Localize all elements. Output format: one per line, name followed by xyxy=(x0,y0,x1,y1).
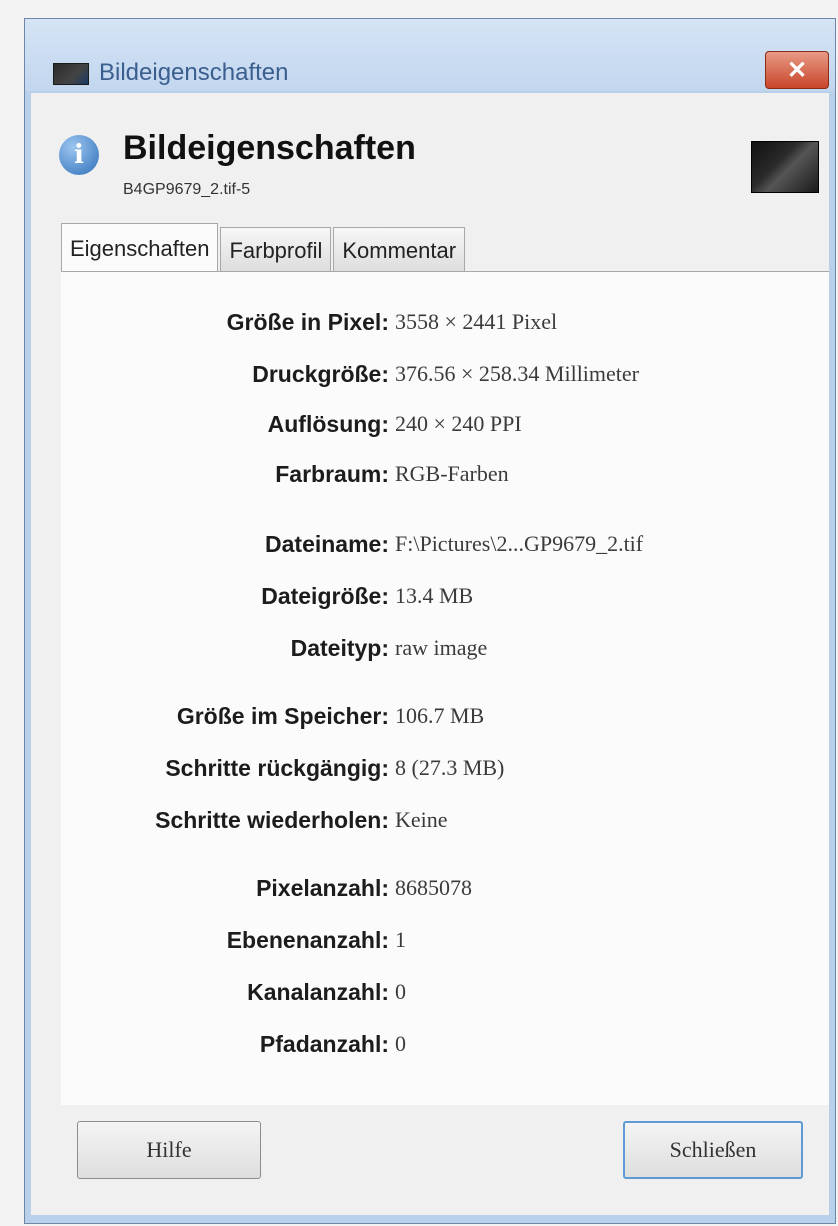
property-label: Schritte rückgängig: xyxy=(165,754,389,781)
property-value: 240 × 240 PPI xyxy=(395,411,522,436)
property-row: Pfadanzahl: 0 xyxy=(61,1024,829,1064)
properties-dialog: Bildeigenschaften ✕ i Bildeigenschaften … xyxy=(24,18,836,1224)
property-row: Schritte rückgängig: 8 (27.3 MB) xyxy=(61,748,829,788)
property-label: Größe im Speicher: xyxy=(176,702,389,729)
tab-bar: Eigenschaften Farbprofil Kommentar xyxy=(61,223,467,273)
property-row: Farbraum: RGB-Farben xyxy=(61,454,829,494)
property-value: 13.4 MB xyxy=(395,583,474,608)
image-thumbnail xyxy=(751,141,819,193)
property-value: 3558 × 2441 Pixel xyxy=(395,309,558,334)
property-value: 8685078 xyxy=(395,875,472,900)
tab-kommentar[interactable]: Kommentar xyxy=(333,227,466,273)
property-label: Kanalanzahl: xyxy=(247,978,389,1005)
property-row: Ebenenanzahl: 1 xyxy=(61,920,829,960)
properties-panel: Größe in Pixel: 3558 × 2441 Pixel Druckg… xyxy=(61,271,829,1105)
property-label: Dateityp: xyxy=(290,634,389,661)
window-title: Bildeigenschaften xyxy=(99,59,289,86)
property-label: Ebenenanzahl: xyxy=(226,926,389,953)
tab-eigenschaften[interactable]: Eigenschaften xyxy=(61,223,219,273)
property-row: Dateiname: F:\Pictures\2...GP9679_2.tif xyxy=(61,524,829,564)
dialog-body: i Bildeigenschaften B4GP9679_2.tif-5 Eig… xyxy=(31,93,829,1215)
property-label: Pixelanzahl: xyxy=(256,874,389,901)
window-close-button[interactable]: ✕ xyxy=(765,51,829,89)
title-bar[interactable]: Bildeigenschaften ✕ xyxy=(25,19,835,91)
property-row: Größe in Pixel: 3558 × 2441 Pixel xyxy=(61,302,829,342)
property-label: Dateiname: xyxy=(265,530,389,557)
property-label: Druckgröße: xyxy=(252,360,389,387)
property-row: Größe im Speicher: 106.7 MB xyxy=(61,696,829,736)
property-row: Schritte wiederholen: Keine xyxy=(61,800,829,840)
property-row: Kanalanzahl: 0 xyxy=(61,972,829,1012)
property-value: Keine xyxy=(395,807,448,832)
property-label: Farbraum: xyxy=(275,460,389,487)
property-label: Pfadanzahl: xyxy=(259,1030,389,1057)
image-name: B4GP9679_2.tif-5 xyxy=(123,181,251,198)
property-value: 0 xyxy=(395,979,406,1004)
help-button[interactable]: Hilfe xyxy=(77,1121,261,1179)
property-label: Dateigröße: xyxy=(261,582,389,609)
property-label: Größe in Pixel: xyxy=(226,308,389,335)
property-row: Auflösung: 240 × 240 PPI xyxy=(61,404,829,444)
property-value: raw image xyxy=(395,635,488,660)
tab-farbprofil[interactable]: Farbprofil xyxy=(220,227,332,273)
property-value: 376.56 × 258.34 Millimeter xyxy=(395,361,639,386)
property-value: 0 xyxy=(395,1031,406,1056)
property-value: 106.7 MB xyxy=(395,703,485,728)
property-row: Dateityp: raw image xyxy=(61,628,829,668)
property-value: F:\Pictures\2...GP9679_2.tif xyxy=(395,531,644,556)
property-label: Schritte wiederholen: xyxy=(155,806,389,833)
property-value: RGB-Farben xyxy=(395,461,509,486)
app-icon xyxy=(53,63,89,85)
property-value: 8 (27.3 MB) xyxy=(395,755,505,780)
property-row: Dateigröße: 13.4 MB xyxy=(61,576,829,616)
dialog-heading: Bildeigenschaften xyxy=(123,129,416,167)
info-icon: i xyxy=(59,135,99,175)
property-value: 1 xyxy=(395,927,406,952)
property-row: Pixelanzahl: 8685078 xyxy=(61,868,829,908)
property-label: Auflösung: xyxy=(267,410,389,437)
property-row: Druckgröße: 376.56 × 258.34 Millimeter xyxy=(61,354,829,394)
close-button[interactable]: Schließen xyxy=(623,1121,803,1179)
